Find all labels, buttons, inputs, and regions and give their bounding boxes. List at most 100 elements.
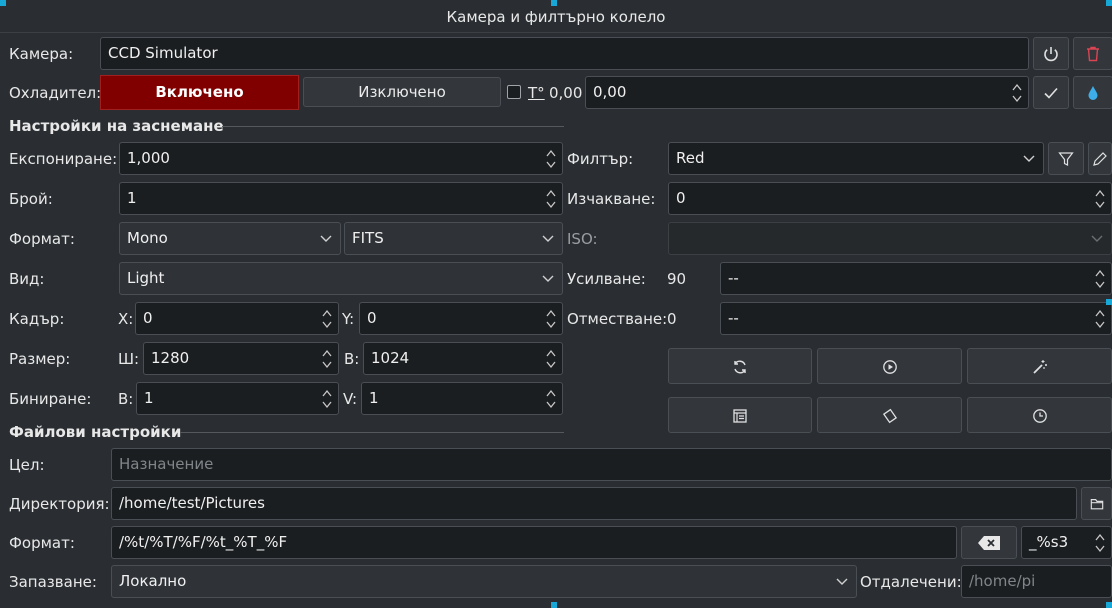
filter-value: Red — [676, 149, 705, 167]
gain-label: Усилване: — [567, 270, 646, 288]
file-format-select[interactable]: FITS — [344, 222, 563, 255]
resize-handle-bottom-center[interactable] — [551, 602, 557, 608]
file-settings-separator — [180, 432, 564, 433]
spin-arrows-icon — [1095, 533, 1105, 552]
gain-input-value: -- — [728, 269, 739, 287]
rotate-button[interactable] — [817, 397, 962, 433]
offset-input-value: -- — [728, 309, 739, 327]
frame-type-select[interactable]: Light — [119, 262, 563, 295]
spin-arrows-icon — [546, 189, 556, 208]
frame-y-input[interactable]: 0 — [359, 302, 563, 335]
binning-x-value: 1 — [144, 389, 154, 407]
capture-settings-heading: Настройки на заснемане — [9, 117, 224, 135]
resize-handle-top-center[interactable] — [551, 0, 557, 6]
save-mode-value: Локално — [119, 572, 187, 590]
spin-arrows-icon — [1095, 309, 1105, 328]
target-label: Цел: — [9, 456, 45, 474]
play-circle-icon — [882, 360, 897, 374]
filename-format-label: Формат: — [9, 534, 75, 552]
power-icon — [1044, 47, 1058, 62]
temperature-checkbox[interactable] — [507, 85, 521, 99]
resize-handle-bottom-right[interactable] — [1106, 602, 1112, 608]
chevron-down-icon — [1091, 235, 1103, 242]
refresh-icon — [734, 360, 746, 374]
cooler-off-label: Изключено — [358, 83, 446, 101]
filter-settings-button[interactable] — [1048, 142, 1084, 175]
delay-input[interactable]: 0 — [668, 182, 1112, 215]
filename-format-input[interactable]: /%t/%T/%F/%t_%T_%F — [111, 526, 957, 559]
frame-type-label: Вид: — [9, 270, 45, 288]
temperature-apply-button[interactable] — [1033, 76, 1069, 109]
window-title: Камера и филтърно колело — [446, 8, 666, 26]
camera-name-field[interactable]: CCD Simulator — [100, 37, 1029, 70]
pencil-icon — [1093, 152, 1107, 166]
camera-delete-button[interactable] — [1073, 37, 1112, 70]
spin-arrows-icon — [546, 389, 556, 408]
binning-y-value: 1 — [369, 389, 379, 407]
exposure-label: Експониране: — [9, 150, 118, 168]
spin-arrows-icon — [322, 349, 332, 368]
temperature-regulation-button[interactable] — [1073, 76, 1112, 109]
auto-settings-button[interactable] — [967, 348, 1112, 384]
file-format-value: FITS — [352, 229, 384, 247]
preview-button[interactable] — [817, 348, 962, 384]
camera-name-value: CCD Simulator — [108, 44, 218, 62]
frame-y-label: Y: — [342, 310, 355, 328]
checkmark-icon — [1044, 87, 1058, 99]
iso-select[interactable] — [668, 222, 1112, 255]
water-drop-icon — [1088, 86, 1098, 100]
save-mode-select[interactable]: Локално — [111, 565, 857, 598]
schedule-button[interactable] — [967, 397, 1112, 433]
offset-label: Отместване: — [567, 310, 668, 328]
remote-directory-input[interactable]: /home/pi — [961, 565, 1112, 598]
binning-x-input[interactable]: 1 — [136, 382, 339, 415]
count-value: 1 — [127, 189, 137, 207]
cooler-off-button[interactable]: Изключено — [303, 77, 501, 107]
filter-select[interactable]: Red — [668, 142, 1044, 175]
frame-y-value: 0 — [367, 309, 377, 327]
size-width-input[interactable]: 1280 — [143, 342, 339, 375]
spin-arrows-icon — [1095, 189, 1105, 208]
title-separator — [0, 32, 1112, 33]
color-format-select[interactable]: Mono — [119, 222, 341, 255]
target-placeholder: Назначение — [119, 455, 214, 473]
fits-header-button[interactable] — [668, 397, 812, 433]
size-height-input[interactable]: 1024 — [363, 342, 563, 375]
target-input[interactable]: Назначение — [111, 448, 1112, 481]
offset-input[interactable]: -- — [720, 302, 1112, 335]
binning-x-label: В: — [118, 390, 134, 408]
filter-funnel-icon — [1058, 152, 1074, 166]
cooler-on-button[interactable]: Включено — [100, 75, 299, 110]
gain-input[interactable]: -- — [720, 262, 1112, 295]
clock-icon — [1032, 409, 1047, 423]
directory-input[interactable]: /home/test/Pictures — [111, 487, 1077, 520]
temperature-input-value: 0,00 — [593, 83, 627, 101]
trash-icon — [1087, 46, 1099, 62]
exposure-input[interactable]: 1,000 — [119, 142, 563, 175]
spin-arrows-icon — [546, 309, 556, 328]
size-height-label: В: — [344, 350, 360, 368]
count-input[interactable]: 1 — [119, 182, 563, 215]
temperature-current-value: 0,00 — [549, 84, 583, 102]
temperature-input[interactable]: 0,00 — [585, 76, 1029, 109]
cooler-on-label: Включено — [155, 83, 244, 101]
capture-settings-separator — [222, 126, 564, 127]
reset-button[interactable] — [668, 348, 812, 384]
remote-directory-placeholder: /home/pi — [969, 572, 1036, 590]
spin-arrows-icon — [546, 349, 556, 368]
filter-edit-button[interactable] — [1088, 142, 1112, 175]
camera-power-button[interactable] — [1033, 37, 1069, 70]
binning-y-label: V: — [343, 390, 358, 408]
binning-y-input[interactable]: 1 — [361, 382, 563, 415]
filename-suffix-input[interactable]: _%s3 — [1021, 526, 1112, 559]
chevron-down-icon — [542, 275, 554, 282]
resize-handle-top-right[interactable] — [1106, 0, 1112, 6]
browse-directory-button[interactable] — [1081, 487, 1112, 520]
frame-x-input[interactable]: 0 — [135, 302, 339, 335]
resize-handle-top-left[interactable] — [0, 0, 6, 6]
color-format-value: Mono — [127, 229, 168, 247]
folder-icon — [1090, 499, 1103, 510]
clear-format-button[interactable] — [961, 526, 1017, 559]
count-label: Брой: — [9, 190, 53, 208]
resize-handle-middle-right[interactable] — [1106, 299, 1112, 305]
